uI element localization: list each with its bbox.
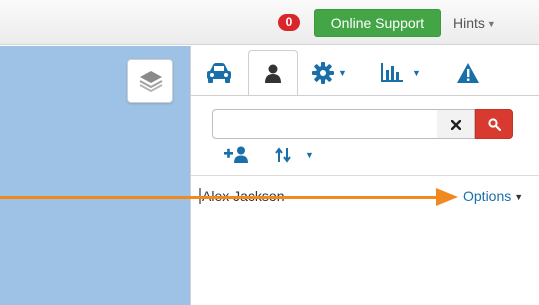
online-support-button[interactable]: Online Support — [314, 9, 441, 37]
annotation-arrow-line — [0, 196, 442, 199]
search-input[interactable] — [212, 109, 438, 139]
search-button[interactable] — [475, 109, 513, 139]
caret-down-icon: ▼ — [412, 68, 421, 78]
layers-button[interactable] — [127, 59, 173, 103]
layers-icon — [139, 71, 163, 93]
hints-dropdown[interactable]: Hints ▼ — [453, 9, 496, 37]
list-divider — [191, 175, 539, 176]
options-label: Options — [463, 188, 512, 204]
tab-settings[interactable]: ▼ — [306, 50, 364, 96]
bar-chart-icon — [381, 63, 403, 82]
gear-icon — [312, 62, 334, 84]
tab-users[interactable] — [248, 50, 298, 96]
clear-search-button[interactable] — [437, 109, 475, 139]
warning-icon — [457, 63, 479, 83]
hints-label: Hints — [453, 15, 485, 31]
close-icon — [451, 120, 461, 130]
add-user-icon — [224, 146, 248, 163]
caret-down-icon: ▼ — [514, 192, 524, 203]
user-icon — [265, 64, 281, 83]
tab-divider — [191, 95, 539, 96]
search-icon — [488, 118, 501, 131]
options-dropdown[interactable]: Options ▼ — [463, 188, 523, 204]
tab-alerts[interactable] — [444, 50, 492, 96]
caret-down-icon: ▼ — [305, 150, 314, 160]
car-icon — [207, 63, 231, 83]
caret-down-icon: ▼ — [338, 68, 347, 78]
add-user-button[interactable] — [224, 146, 252, 166]
tab-vehicles[interactable] — [194, 50, 244, 96]
notification-badge[interactable]: 0 — [278, 14, 300, 31]
caret-down-icon: ▼ — [486, 19, 496, 30]
annotation-arrowhead — [436, 188, 458, 206]
sort-button[interactable]: ▼ — [275, 146, 317, 166]
tab-reports[interactable]: ▼ — [374, 50, 432, 96]
sort-icon — [275, 147, 291, 163]
